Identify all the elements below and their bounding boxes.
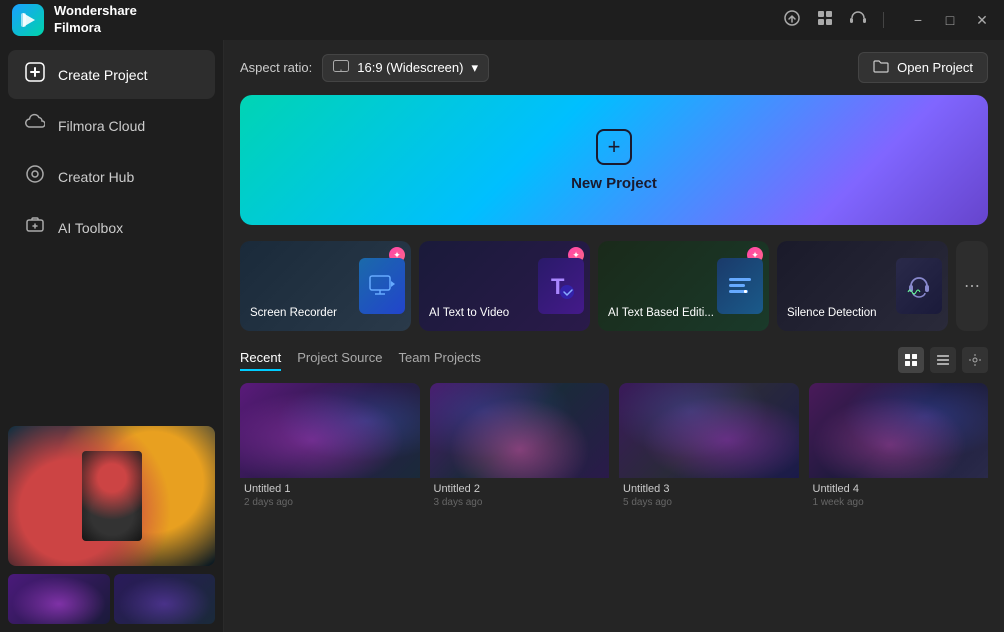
sidebar-item-creator-hub[interactable]: Creator Hub <box>8 152 215 201</box>
recent-item-date: 5 days ago <box>619 497 799 514</box>
cloud-upload-icon[interactable] <box>783 10 801 31</box>
feature-card-silence-detection[interactable]: Silence Detection <box>777 241 948 331</box>
recent-grid: Untitled 1 2 days ago Untitled 2 3 days … <box>240 383 988 514</box>
recent-item-date: 1 week ago <box>809 497 989 514</box>
window-controls: − □ ✕ <box>908 12 992 29</box>
feature-cards: ✦ Screen Recorder ✦ T <box>224 241 1004 347</box>
open-project-label: Open Project <box>897 60 973 75</box>
recent-tab-team-projects[interactable]: Team Projects <box>398 350 480 371</box>
recent-tab-recent[interactable]: Recent <box>240 350 281 371</box>
small-thumb-1[interactable] <box>8 574 110 624</box>
sidebar-thumbnail[interactable] <box>8 426 215 566</box>
recent-item[interactable]: Untitled 2 3 days ago <box>430 383 610 514</box>
headset-icon[interactable] <box>849 9 867 32</box>
ai-toolbox-icon <box>24 215 46 240</box>
sidebar-nav: Create Project Filmora Cloud Creato <box>0 40 223 418</box>
sidebar: Create Project Filmora Cloud Creato <box>0 40 224 632</box>
new-project-plus-icon: + <box>596 129 632 165</box>
creator-hub-icon <box>24 164 46 189</box>
content-area: Aspect ratio: 16:9 (Widescreen) ▾ Open P… <box>224 40 1004 632</box>
grid-view-button[interactable] <box>898 347 924 373</box>
minimize-button[interactable]: − <box>908 12 928 29</box>
recent-item[interactable]: Untitled 1 2 days ago <box>240 383 420 514</box>
recent-view-controls <box>898 347 988 373</box>
feature-card-label: AI Text to Video <box>429 306 580 321</box>
feature-cards-more-button[interactable]: ⋯ <box>956 241 988 331</box>
sidebar-small-thumbs <box>8 574 215 624</box>
recent-item[interactable]: Untitled 3 5 days ago <box>619 383 799 514</box>
filmora-cloud-icon <box>24 113 46 138</box>
feature-card-screen-recorder[interactable]: ✦ Screen Recorder <box>240 241 411 331</box>
grid-icon[interactable] <box>817 10 833 31</box>
sidebar-item-label: Create Project <box>58 67 147 83</box>
aspect-ratio-screen-icon <box>333 60 349 75</box>
new-project-label: New Project <box>571 175 657 192</box>
app-logo <box>12 4 44 36</box>
recent-tabs: Recent Project Source Team Projects <box>240 350 481 371</box>
app-name: Wondershare Filmora <box>54 3 137 37</box>
recent-item-label: Untitled 1 <box>240 478 420 497</box>
open-project-button[interactable]: Open Project <box>858 52 988 83</box>
settings-view-button[interactable] <box>962 347 988 373</box>
titlebar-left: Wondershare Filmora <box>12 3 137 37</box>
content-header: Aspect ratio: 16:9 (Widescreen) ▾ Open P… <box>224 40 1004 95</box>
recent-item-date: 3 days ago <box>430 497 610 514</box>
main-layout: Create Project Filmora Cloud Creato <box>0 40 1004 632</box>
sidebar-item-label: Creator Hub <box>58 169 134 185</box>
list-view-button[interactable] <box>930 347 956 373</box>
ellipsis-icon: ⋯ <box>964 276 980 296</box>
recent-item[interactable]: Untitled 4 1 week ago <box>809 383 989 514</box>
recent-item-label: Untitled 3 <box>619 478 799 497</box>
titlebar: Wondershare Filmora − □ ✕ <box>0 0 1004 40</box>
feature-card-label: AI Text Based Editi... <box>608 306 759 321</box>
sidebar-item-filmora-cloud[interactable]: Filmora Cloud <box>8 101 215 150</box>
feature-card-label: Screen Recorder <box>250 306 401 321</box>
aspect-ratio-label: Aspect ratio: <box>240 60 312 75</box>
create-project-icon <box>24 62 46 87</box>
recent-item-date: 2 days ago <box>240 497 420 514</box>
titlebar-divider <box>883 12 884 28</box>
close-button[interactable]: ✕ <box>972 12 992 29</box>
chevron-down-icon: ▾ <box>471 60 478 76</box>
titlebar-icons: − □ ✕ <box>783 9 992 32</box>
recent-tab-project-source[interactable]: Project Source <box>297 350 382 371</box>
folder-icon <box>873 59 889 76</box>
recent-item-label: Untitled 4 <box>809 478 989 497</box>
small-thumb-2[interactable] <box>114 574 216 624</box>
sidebar-item-create-project[interactable]: Create Project <box>8 50 215 99</box>
sidebar-item-label: AI Toolbox <box>58 220 123 236</box>
maximize-button[interactable]: □ <box>940 12 960 29</box>
recent-header: Recent Project Source Team Projects <box>240 347 988 373</box>
new-project-banner[interactable]: + New Project <box>240 95 988 225</box>
sidebar-item-label: Filmora Cloud <box>58 118 145 134</box>
recent-section: Recent Project Source Team Projects <box>224 347 1004 632</box>
feature-card-label: Silence Detection <box>787 306 938 321</box>
sidebar-item-ai-toolbox[interactable]: AI Toolbox <box>8 203 215 252</box>
aspect-ratio-dropdown[interactable]: 16:9 (Widescreen) ▾ <box>322 54 489 82</box>
feature-card-ai-text-based-editing[interactable]: ✦ AI Text Based Editi... <box>598 241 769 331</box>
aspect-ratio-control: Aspect ratio: 16:9 (Widescreen) ▾ <box>240 54 489 82</box>
recent-item-label: Untitled 2 <box>430 478 610 497</box>
feature-card-ai-text-to-video[interactable]: ✦ T AI Text to Video <box>419 241 590 331</box>
aspect-ratio-value: 16:9 (Widescreen) <box>357 60 463 75</box>
